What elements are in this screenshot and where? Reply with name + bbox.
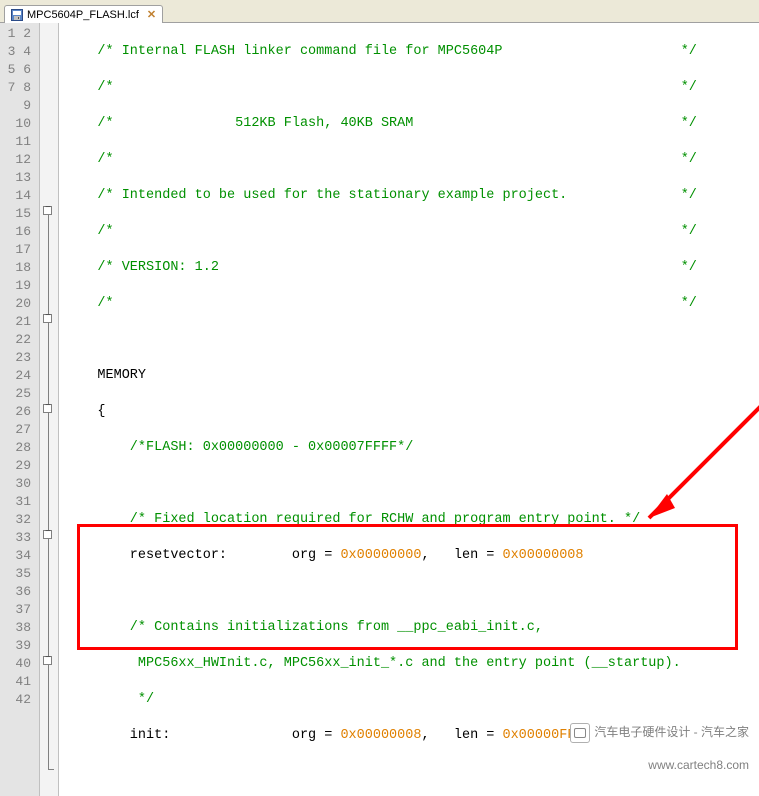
comment-text: /* 512KB Flash, 40KB SRAM */ bbox=[65, 116, 697, 131]
code-text: , len = bbox=[421, 728, 502, 743]
fold-toggle-icon[interactable] bbox=[43, 530, 52, 539]
comment-text: */ bbox=[65, 692, 154, 707]
comment-text: /* VERSION: 1.2 */ bbox=[65, 260, 697, 275]
fold-guide-line bbox=[48, 215, 49, 769]
close-icon[interactable]: ✕ bbox=[147, 8, 156, 21]
comment-text: /*FLASH: 0x00000000 - 0x00007FFFF*/ bbox=[65, 440, 413, 455]
comment-text: MPC56xx_HWInit.c, MPC56xx_init_*.c and t… bbox=[65, 656, 681, 671]
fold-margin bbox=[40, 23, 59, 796]
brace-text: { bbox=[65, 404, 106, 419]
comment-text: /* Internal FLASH linker command file fo… bbox=[65, 44, 697, 59]
fold-toggle-icon[interactable] bbox=[43, 404, 52, 413]
fold-end-icon bbox=[48, 769, 54, 770]
watermark-line2: www.cartech8.com bbox=[648, 758, 749, 772]
fold-toggle-icon[interactable] bbox=[43, 656, 52, 665]
line-number-gutter: 1 2 3 4 5 6 7 8 9 10 11 12 13 14 15 16 1… bbox=[0, 23, 40, 796]
hex-literal: 0x00000008 bbox=[502, 548, 583, 563]
code-text-area[interactable]: /* Internal FLASH linker command file fo… bbox=[59, 23, 759, 796]
code-text: init: org = bbox=[65, 728, 340, 743]
comment-text: /* Fixed location required for RCHW and … bbox=[65, 512, 640, 527]
file-tab-active[interactable]: MPC5604P_FLASH.lcf ✕ bbox=[4, 5, 163, 23]
code-text: , len = bbox=[421, 548, 502, 563]
watermark-line1: 汽车电子硬件设计 - 汽车之家 bbox=[594, 725, 749, 739]
hex-literal: 0x00000008 bbox=[340, 728, 421, 743]
watermark-text: 汽车电子硬件设计 - 汽车之家 www.cartech8.com bbox=[550, 708, 749, 788]
fold-toggle-icon[interactable] bbox=[43, 206, 52, 215]
tab-filename: MPC5604P_FLASH.lcf bbox=[27, 9, 139, 21]
disk-icon bbox=[11, 9, 23, 21]
comment-text: /* */ bbox=[65, 80, 697, 95]
comment-text: /* */ bbox=[65, 296, 697, 311]
comment-text: /* */ bbox=[65, 224, 697, 239]
fold-toggle-icon[interactable] bbox=[43, 314, 52, 323]
hex-literal: 0x00000000 bbox=[340, 548, 421, 563]
tab-bar: MPC5604P_FLASH.lcf ✕ bbox=[0, 0, 759, 23]
comment-text: /* Contains initializations from __ppc_e… bbox=[65, 620, 543, 635]
comment-text: /* Intended to be used for the stationar… bbox=[65, 188, 697, 203]
code-text: resetvector: org = bbox=[65, 548, 340, 563]
editor-area: 1 2 3 4 5 6 7 8 9 10 11 12 13 14 15 16 1… bbox=[0, 23, 759, 796]
keyword-text: MEMORY bbox=[65, 368, 146, 383]
comment-text: /* */ bbox=[65, 152, 697, 167]
wechat-logo-icon bbox=[570, 723, 590, 743]
